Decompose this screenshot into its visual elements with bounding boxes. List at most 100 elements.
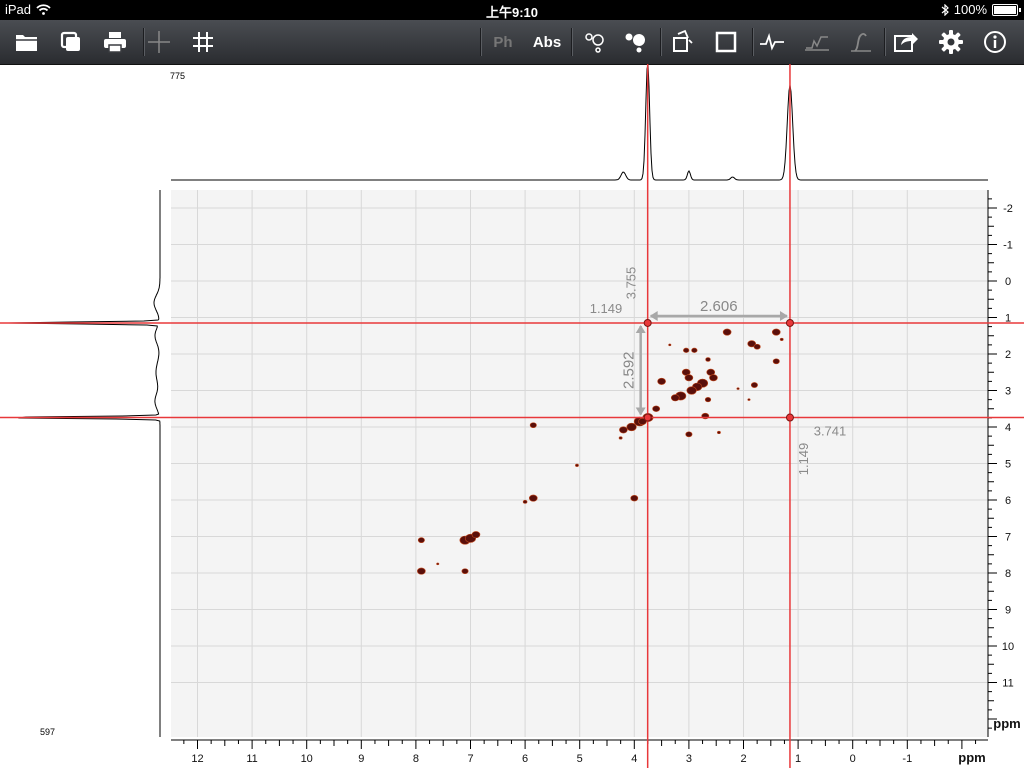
peak-contour[interactable] <box>522 499 528 504</box>
x-tick-label: 9 <box>358 753 364 765</box>
left-projection-max-label: 597 <box>40 727 55 737</box>
square-icon <box>715 31 737 53</box>
status-right: 100% <box>941 2 1021 17</box>
print-icon <box>104 32 126 53</box>
peak-contour[interactable] <box>771 328 781 336</box>
peak-pick-filled-icon <box>625 33 645 53</box>
peak-contour[interactable] <box>417 537 425 544</box>
delta-vertical-label: 2.592 <box>621 351 638 389</box>
peak-contour[interactable] <box>529 422 537 429</box>
grid-button[interactable] <box>183 20 223 64</box>
peak-contour[interactable] <box>630 494 639 502</box>
x-tick-label: 3 <box>686 753 692 765</box>
peak-contour[interactable] <box>436 562 440 566</box>
y-tick-label: -2 <box>1003 203 1013 215</box>
delta-horizontal-label: 2.606 <box>700 298 738 315</box>
x-tick-label: 10 <box>301 753 313 765</box>
y-tick-label: 0 <box>1005 276 1011 288</box>
open-folder-button[interactable] <box>7 20 47 64</box>
peak-contour[interactable] <box>683 347 690 353</box>
peak-contour[interactable] <box>704 397 712 403</box>
cursor-marker[interactable] <box>643 413 652 422</box>
info-button[interactable] <box>975 20 1015 64</box>
y-tick-label: 8 <box>1005 568 1011 580</box>
peak-pick-button[interactable] <box>575 20 615 64</box>
peak-contour[interactable] <box>750 382 758 388</box>
left-projection: 597 <box>8 190 161 737</box>
status-time: 上午9:10 <box>485 5 539 20</box>
peak-contour[interactable] <box>652 405 661 412</box>
cursor-y2-label: 3.741 <box>814 424 847 439</box>
peak-contour[interactable] <box>736 387 740 390</box>
integral-button[interactable] <box>797 20 837 64</box>
peak-contour[interactable] <box>779 337 784 341</box>
peak-pick-icon <box>585 33 604 53</box>
x-tick-label: 2 <box>740 753 746 765</box>
peak-contour[interactable] <box>657 377 666 385</box>
peak-contour[interactable] <box>461 568 469 575</box>
y-axis-label: ppm <box>993 716 1020 731</box>
peak-contour[interactable] <box>618 436 623 440</box>
rotate-box-button[interactable] <box>662 20 702 64</box>
y-tick-label: 4 <box>1005 422 1011 434</box>
peak-contour[interactable] <box>709 374 718 382</box>
cursor-y1-label: 1.149 <box>590 301 623 316</box>
peak-contour[interactable] <box>619 426 628 434</box>
phase-label: Ph <box>493 33 513 51</box>
peak-contour[interactable] <box>417 567 426 575</box>
open-folder-icon <box>16 35 38 51</box>
peak-contour[interactable] <box>747 398 751 401</box>
copy-button[interactable] <box>51 20 91 64</box>
battery-percent: 100% <box>953 2 987 17</box>
battery-icon <box>992 3 1021 16</box>
settings-button[interactable] <box>931 20 971 64</box>
peak-contour[interactable] <box>626 422 637 432</box>
x-tick-label: 6 <box>522 753 528 765</box>
peak-contour[interactable] <box>575 463 579 467</box>
y-tick-label: -1 <box>1003 240 1013 252</box>
top-projection: 775 <box>170 64 988 181</box>
cursor-marker[interactable] <box>785 318 794 327</box>
peak-contour[interactable] <box>705 357 711 362</box>
peak-contour[interactable] <box>691 347 698 353</box>
crosshair-button[interactable] <box>139 20 179 64</box>
square-button[interactable] <box>706 20 746 64</box>
phase-button[interactable]: Ph <box>483 20 523 64</box>
share-icon <box>894 33 918 52</box>
spectrum-line-icon <box>760 32 784 51</box>
y-tick-label: 10 <box>1002 641 1014 653</box>
absolute-label: Abs <box>532 33 562 51</box>
top-spectrum-line <box>171 64 988 181</box>
peak-contour[interactable] <box>471 531 481 539</box>
toolbar-separator <box>571 28 573 56</box>
peak-contour[interactable] <box>722 328 732 336</box>
peak-contour[interactable] <box>753 343 761 350</box>
peak-contour[interactable] <box>717 430 721 435</box>
x-tick-label: 5 <box>577 753 583 765</box>
peak-pick-filled-button[interactable] <box>616 20 656 64</box>
nmr-2d-chart[interactable]: 12 11 10 9 8 7 6 5 4 3 2 1 0 -1-2-101234567891011ppmp… <box>0 64 1024 768</box>
share-button[interactable] <box>886 20 926 64</box>
grid-icon <box>193 32 213 52</box>
x-tick-label: 4 <box>631 753 637 765</box>
print-button[interactable] <box>95 20 135 64</box>
peak-contour[interactable] <box>684 374 694 382</box>
peak-contour[interactable] <box>686 386 697 395</box>
integral-icon <box>805 36 829 51</box>
crosshair-icon <box>148 31 170 53</box>
integral-curve-icon <box>851 33 871 52</box>
peak-contour[interactable] <box>685 431 693 438</box>
spectrum-line-button[interactable] <box>752 20 792 64</box>
peak-contour[interactable] <box>670 394 680 402</box>
peak-contour[interactable] <box>772 358 780 365</box>
gear-icon <box>939 30 963 54</box>
x-tick-label: 11 <box>246 753 257 765</box>
peak-contour[interactable] <box>668 343 672 347</box>
cursor-marker[interactable] <box>643 318 652 327</box>
y-tick-label: 3 <box>1005 386 1011 398</box>
integral-curve-button[interactable] <box>841 20 881 64</box>
peak-contour[interactable] <box>528 494 538 502</box>
absolute-button[interactable]: Abs <box>527 20 567 64</box>
cursor-marker[interactable] <box>785 413 794 422</box>
status-bar: iPad 上午9:10 100% <box>0 0 1024 20</box>
